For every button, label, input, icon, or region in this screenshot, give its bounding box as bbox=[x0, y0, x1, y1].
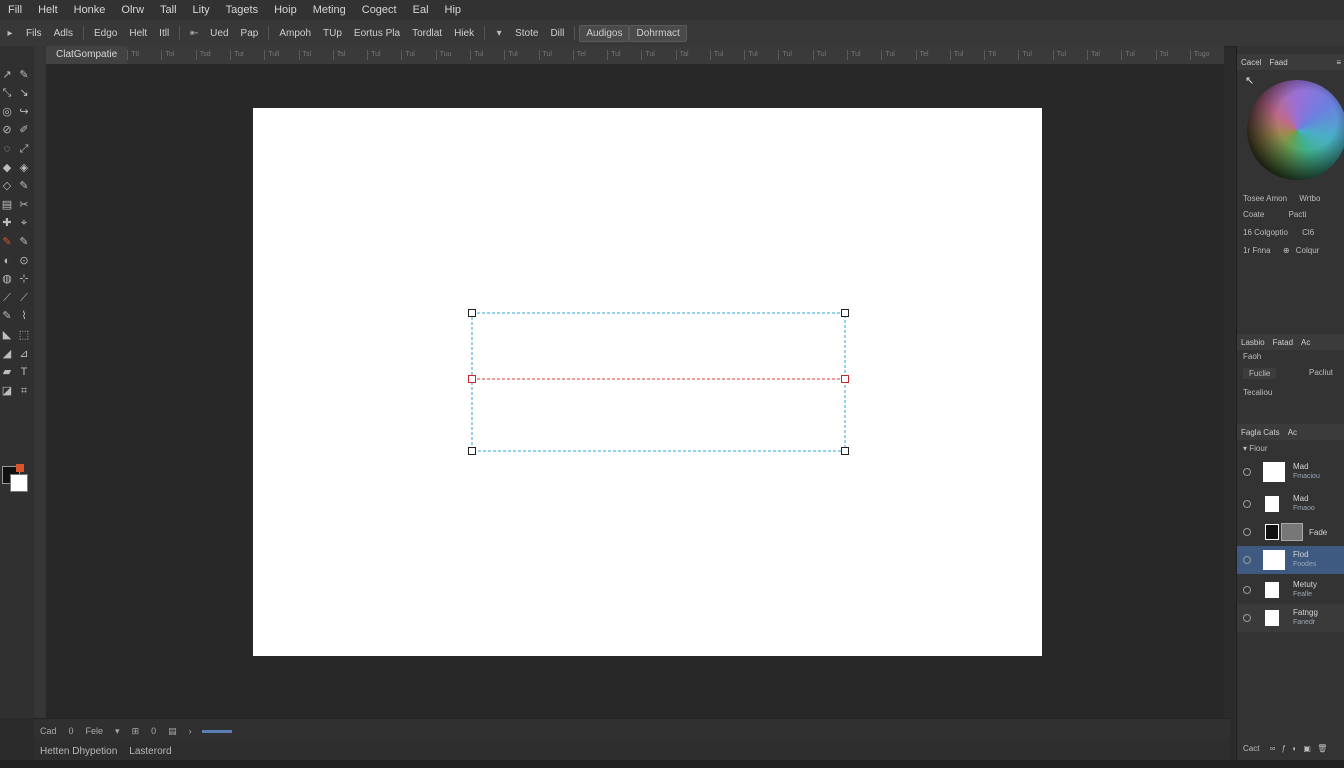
layer-row-selected[interactable]: Flod Foodes bbox=[1237, 546, 1344, 574]
layer-name: Mad bbox=[1293, 462, 1309, 471]
layer-name: Fade bbox=[1309, 528, 1328, 537]
layers-footer: Cact ∞ ƒ ◐ ▣ 🗑 bbox=[1243, 744, 1327, 753]
new-layer-icon[interactable]: ▣ bbox=[1303, 744, 1311, 753]
progress-indicator bbox=[201, 729, 232, 733]
layer-row[interactable]: Mad Fmaciou bbox=[1237, 458, 1344, 486]
chevron-down-icon[interactable]: ▾ bbox=[109, 726, 126, 737]
layout-icon[interactable]: ▤ bbox=[162, 726, 183, 737]
layer-sub: Fealle bbox=[1293, 591, 1313, 598]
layer-row[interactable]: Mad Fmaoo bbox=[1237, 490, 1344, 518]
layer-sub: Fanedr bbox=[1293, 619, 1316, 626]
properties-field-2[interactable]: Pacliut bbox=[1309, 368, 1333, 377]
visibility-eye-icon[interactable] bbox=[1243, 500, 1251, 508]
color-row-3-label: 16 Colgoptio bbox=[1243, 228, 1288, 237]
tab-layers[interactable]: Fagla Cats bbox=[1237, 428, 1284, 437]
handle-bottom-right[interactable] bbox=[841, 447, 849, 455]
color-row-1-value: Wrtbo bbox=[1299, 194, 1321, 203]
color-row-4[interactable]: 1r Fnna ⊕ Colqur bbox=[1243, 246, 1319, 255]
info-bar: Hetten Dhypetion Lasterord bbox=[34, 742, 1230, 760]
lock-icon[interactable]: ⊕ bbox=[1283, 246, 1290, 255]
status-zero-2: 0 bbox=[151, 726, 157, 736]
layer-thumbnail bbox=[1265, 582, 1279, 598]
chevron-right-icon[interactable]: › bbox=[183, 726, 198, 736]
tab-layers-ac[interactable]: Ac bbox=[1284, 428, 1301, 437]
properties-row-3: Tecaliou bbox=[1243, 388, 1273, 397]
fx-icon[interactable]: ƒ bbox=[1282, 744, 1286, 753]
status-cad: Cad bbox=[40, 726, 57, 736]
color-row-3[interactable]: 16 Colgoptio Cl6 bbox=[1243, 228, 1314, 237]
tab-swatches[interactable]: Faad bbox=[1265, 58, 1291, 67]
status-fele[interactable]: Fele bbox=[80, 726, 110, 736]
color-row-1: Tosee Amon Wrtbo bbox=[1243, 194, 1320, 203]
layer-thumbnail bbox=[1263, 462, 1285, 482]
layer-sub: Fmaoo bbox=[1293, 505, 1315, 512]
layer-sub: Foodes bbox=[1293, 561, 1317, 568]
tab-ac[interactable]: Ac bbox=[1297, 338, 1314, 347]
layers-filter[interactable]: ▾ Fiour bbox=[1243, 444, 1267, 453]
layers-panel-tabs: Fagla Cats Ac bbox=[1237, 424, 1344, 440]
handle-middle-left[interactable] bbox=[468, 375, 476, 383]
layer-thumbnail bbox=[1265, 524, 1279, 540]
layer-name: Mad bbox=[1293, 494, 1309, 503]
mask-icon[interactable]: ◐ bbox=[1292, 744, 1297, 753]
layer-row[interactable]: Metuty Fealle bbox=[1237, 576, 1344, 604]
layer-name: Fatngg bbox=[1293, 608, 1318, 617]
trash-icon[interactable]: 🗑 bbox=[1317, 744, 1327, 753]
color-row-2-label: Coate bbox=[1243, 210, 1265, 219]
doc-info-value: Lasterord bbox=[129, 745, 172, 757]
doc-info-label: Hetten Dhypetion bbox=[40, 745, 118, 757]
color-row-4-label: 1r Fnna bbox=[1243, 246, 1271, 255]
chevron-down-icon[interactable]: ▾ bbox=[1243, 444, 1247, 453]
right-panel: Cacel Faad ≡ ↖ Tosee Amon Wrtbo Coate Pa… bbox=[1236, 46, 1344, 760]
layer-sub: Fmaciou bbox=[1293, 473, 1320, 480]
layer-row[interactable]: Fatngg Fanedr bbox=[1237, 604, 1344, 632]
handle-middle-right[interactable] bbox=[841, 375, 849, 383]
color-row-4-value: Colqur bbox=[1295, 246, 1320, 255]
handle-top-right[interactable] bbox=[841, 309, 849, 317]
selection-outline bbox=[471, 312, 846, 452]
properties-panel-tabs: Lasbio Fatad Ac bbox=[1237, 334, 1344, 350]
bottom-strip bbox=[0, 760, 1344, 768]
layer-name: Metuty bbox=[1293, 580, 1318, 589]
link-icon[interactable]: ∞ bbox=[1270, 744, 1276, 753]
cursor-icon: ↖ bbox=[1245, 75, 1255, 87]
layer-row[interactable]: Fade bbox=[1237, 518, 1344, 546]
handle-top-left[interactable] bbox=[468, 309, 476, 317]
tab-color[interactable]: Cacel bbox=[1237, 58, 1265, 67]
visibility-eye-icon[interactable] bbox=[1243, 468, 1251, 476]
layers-filter-label: Fiour bbox=[1249, 444, 1268, 453]
color-row-2[interactable]: Coate Pacti bbox=[1243, 210, 1306, 219]
selection-box[interactable] bbox=[0, 0, 1344, 768]
properties-row-1: Faoh bbox=[1243, 352, 1262, 361]
status-zero: 0 bbox=[68, 726, 74, 736]
layers-footer-label: Cact bbox=[1243, 744, 1260, 753]
layer-thumbnail bbox=[1263, 550, 1285, 570]
status-bar: Cad 0 Fele ▾ ⊞ 0 ▤ › bbox=[34, 718, 1230, 743]
color-row-1-label: Tosee Amon bbox=[1243, 194, 1288, 203]
tab-properties[interactable]: Lasbio bbox=[1237, 338, 1269, 347]
grid-icon[interactable]: ⊞ bbox=[126, 726, 146, 737]
color-row-2-value: Pacti bbox=[1288, 210, 1307, 219]
visibility-eye-icon[interactable] bbox=[1243, 528, 1251, 536]
properties-field-1[interactable]: Fuclie bbox=[1243, 368, 1277, 379]
color-panel-tabs: Cacel Faad ≡ bbox=[1237, 54, 1344, 70]
panel-menu-icon[interactable]: ≡ bbox=[1332, 58, 1344, 67]
visibility-eye-icon[interactable] bbox=[1243, 614, 1251, 622]
tab-adjustments[interactable]: Fatad bbox=[1269, 338, 1297, 347]
color-wheel[interactable] bbox=[1247, 80, 1344, 180]
handle-bottom-left[interactable] bbox=[468, 447, 476, 455]
color-row-3-value: Cl6 bbox=[1302, 228, 1315, 237]
visibility-eye-icon[interactable] bbox=[1243, 586, 1251, 594]
layer-thumbnail bbox=[1265, 610, 1279, 626]
layer-mask-thumbnail bbox=[1281, 523, 1303, 541]
layer-name: Flod bbox=[1293, 550, 1309, 559]
visibility-eye-icon[interactable] bbox=[1243, 556, 1251, 564]
layer-thumbnail bbox=[1265, 496, 1279, 512]
